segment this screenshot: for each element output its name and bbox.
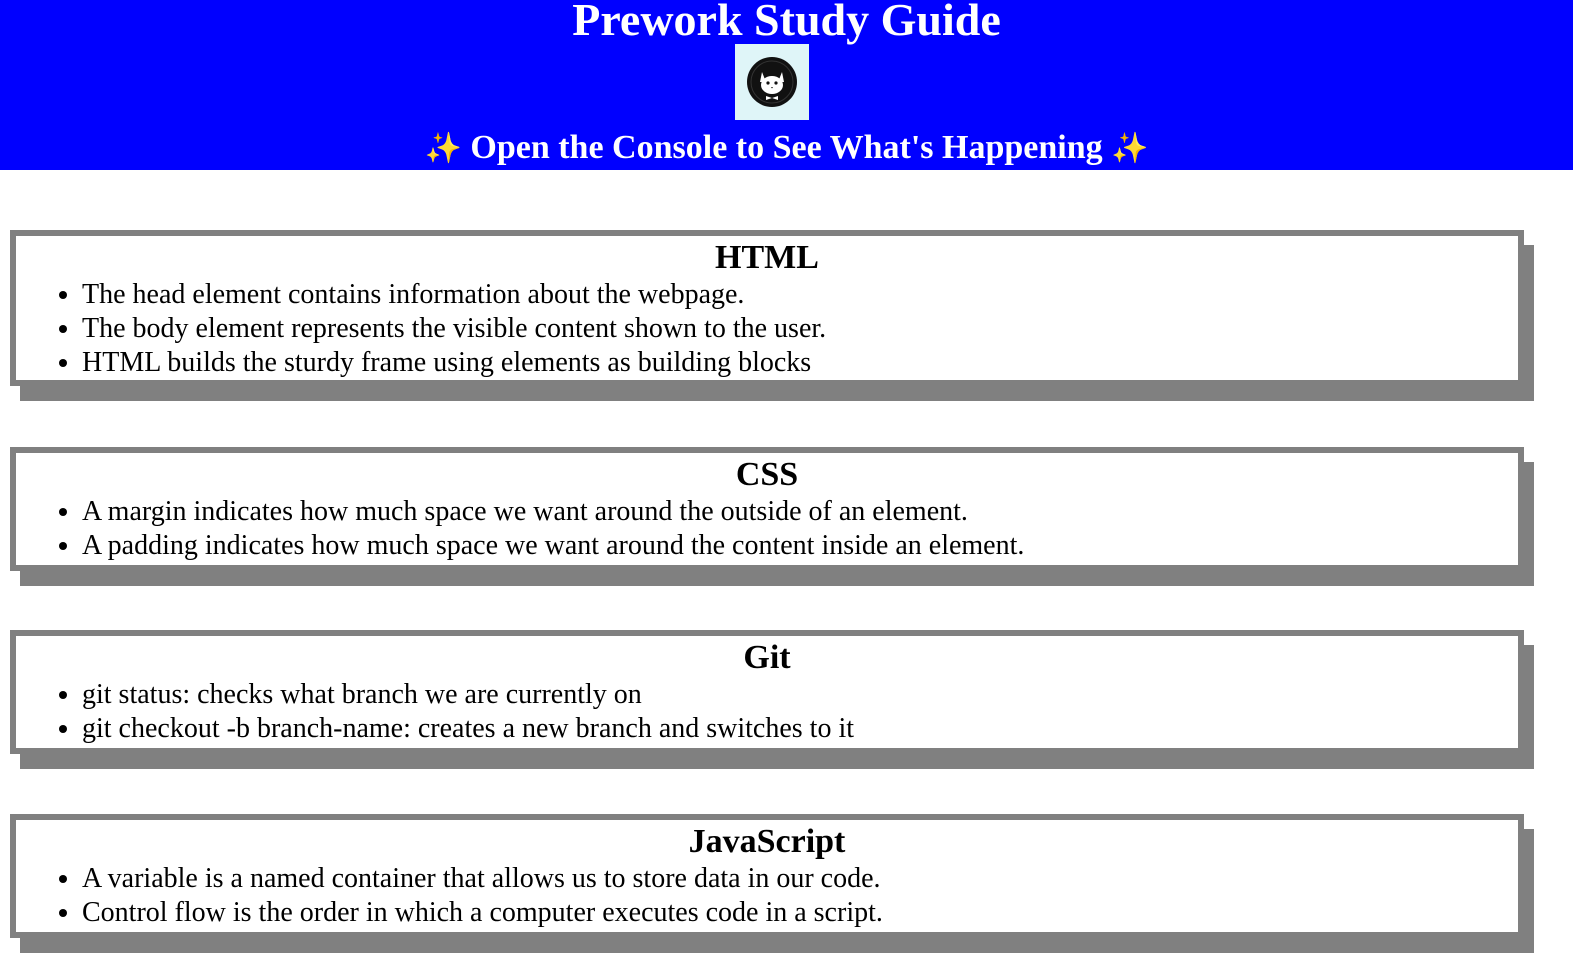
section-git: Git git status: checks what branch we ar…	[10, 630, 1524, 754]
subtitle-text: Open the Console to See What's Happening	[470, 129, 1103, 166]
list-item: A variable is a named container that all…	[82, 862, 1518, 896]
section-heading: CSS	[735, 456, 799, 493]
avatar	[735, 44, 809, 120]
list-item: HTML builds the sturdy frame using eleme…	[82, 346, 1518, 380]
section-list: A variable is a named container that all…	[16, 862, 1518, 930]
page-header: Prework Study Guide ✨ Open the Console t…	[0, 0, 1573, 170]
list-item: The body element represents the visible …	[82, 312, 1518, 346]
section-heading: Git	[743, 639, 791, 676]
list-item: Control flow is the order in which a com…	[82, 896, 1518, 930]
section-list: git status: checks what branch we are cu…	[16, 678, 1518, 746]
section-heading: HTML	[715, 239, 819, 276]
cat-avatar-icon	[747, 57, 797, 107]
list-item: A margin indicates how much space we wan…	[82, 495, 1518, 529]
list-item: The head element contains information ab…	[82, 278, 1518, 312]
page-subtitle: ✨ Open the Console to See What's Happeni…	[0, 126, 1573, 171]
list-item: git checkout -b branch-name: creates a n…	[82, 712, 1518, 746]
section-css: CSS A margin indicates how much space we…	[10, 447, 1524, 571]
section-list: A margin indicates how much space we wan…	[16, 495, 1518, 563]
section-list: The head element contains information ab…	[16, 278, 1518, 380]
section-javascript: JavaScript A variable is a named contain…	[10, 814, 1524, 938]
sparkle-icon: ✨	[424, 131, 462, 166]
page-title: Prework Study Guide	[572, 0, 1001, 45]
sparkle-icon: ✨	[1111, 131, 1149, 166]
section-html: HTML The head element contains informati…	[10, 230, 1524, 386]
list-item: git status: checks what branch we are cu…	[82, 678, 1518, 712]
list-item: A padding indicates how much space we wa…	[82, 529, 1518, 563]
section-heading: JavaScript	[688, 823, 846, 860]
